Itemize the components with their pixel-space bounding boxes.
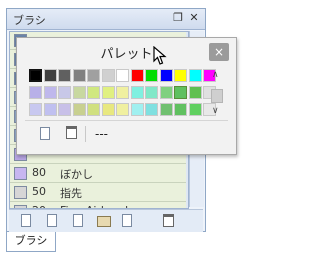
palette-swatch[interactable]: [145, 86, 158, 99]
palette-swatch[interactable]: [130, 69, 144, 82]
brush-name: ぼかし: [60, 168, 93, 181]
palette-swatch[interactable]: [101, 103, 115, 116]
copy-icon[interactable]: [122, 214, 136, 228]
palette-swatch[interactable]: [188, 103, 202, 116]
palette-swatch[interactable]: [72, 69, 86, 82]
chevron-down-icon[interactable]: ∨: [212, 106, 219, 116]
palette-swatch[interactable]: [87, 69, 100, 82]
palette-swatch[interactable]: [116, 103, 129, 116]
mouse-cursor-icon: [153, 46, 167, 65]
palette-swatch-grid: [29, 69, 216, 118]
palette-swatch[interactable]: [72, 103, 86, 116]
palette-title: パレット: [100, 47, 153, 62]
brush-panel-title: ブラシ: [13, 14, 46, 27]
palette-swatch[interactable]: [29, 69, 42, 82]
brush-size: 80: [32, 166, 46, 179]
palette-swatch[interactable]: [101, 86, 115, 99]
close-icon[interactable]: ×: [209, 43, 229, 61]
new-brush-icon[interactable]: [21, 214, 35, 228]
palette-swatch[interactable]: [29, 86, 42, 99]
palette-swatch[interactable]: [145, 103, 158, 116]
palette-swatch[interactable]: [87, 86, 100, 99]
brush-row[interactable]: 80 ぼかし: [10, 164, 186, 183]
palette-swatch[interactable]: [29, 103, 42, 116]
brush-name: 指先: [60, 187, 82, 200]
brush-size: 50: [32, 185, 46, 198]
close-icon[interactable]: ✕: [188, 12, 200, 24]
palette-swatch[interactable]: [72, 86, 86, 99]
palette-swatch[interactable]: [188, 86, 202, 99]
palette-swatch[interactable]: [58, 103, 71, 116]
palette-swatch[interactable]: [174, 86, 187, 99]
palette-swatch[interactable]: [116, 86, 129, 99]
brush-color-swatch: [14, 186, 27, 199]
palette-swatch[interactable]: [43, 69, 57, 82]
new-document-icon[interactable]: [40, 127, 50, 140]
palette-swatch[interactable]: [43, 86, 57, 99]
palette-swatch[interactable]: [159, 103, 173, 116]
palette-scroll-thumb[interactable]: [211, 89, 223, 103]
chevron-up-icon[interactable]: ∧: [212, 70, 219, 80]
new-brush-variant-icon[interactable]: [47, 214, 61, 228]
restore-window-icon[interactable]: ❐: [172, 12, 184, 24]
folder-icon[interactable]: [97, 214, 111, 228]
brush-settings-doc-icon[interactable]: [73, 214, 87, 228]
palette-swatch[interactable]: [58, 69, 71, 82]
palette-divider: [25, 120, 228, 121]
palette-swatch[interactable]: [101, 69, 115, 82]
palette-swatch[interactable]: [188, 69, 202, 82]
palette-swatch[interactable]: [174, 103, 187, 116]
palette-swatch[interactable]: [159, 86, 173, 99]
palette-swatch[interactable]: [43, 103, 57, 116]
trash-icon[interactable]: [66, 126, 77, 139]
palette-scrollbar[interactable]: ∧ ∨: [210, 69, 224, 118]
tab-brush[interactable]: ブラシ: [6, 232, 56, 252]
palette-swatch[interactable]: [130, 103, 144, 116]
palette-swatch[interactable]: [87, 103, 100, 116]
palette-swatch[interactable]: [145, 69, 158, 82]
palette-swatch[interactable]: [58, 86, 71, 99]
palette-popup: パレット × ∧ ∨ ---: [16, 37, 237, 155]
brush-row[interactable]: 50 指先: [10, 183, 186, 202]
palette-name: ---: [95, 127, 108, 141]
brush-panel-titlebar[interactable]: ブラシ ❐ ✕: [7, 9, 205, 30]
palette-swatch[interactable]: [116, 69, 129, 82]
palette-swatch[interactable]: [130, 86, 144, 99]
palette-swatch[interactable]: [174, 69, 187, 82]
palette-swatch[interactable]: [159, 69, 173, 82]
brush-toolbar: [9, 209, 203, 232]
trash-icon[interactable]: [163, 214, 177, 228]
brush-row[interactable]: 20Fine Airbrush: [10, 202, 186, 208]
palette-toolbar-divider: [85, 126, 86, 142]
brush-color-swatch: [14, 167, 27, 180]
